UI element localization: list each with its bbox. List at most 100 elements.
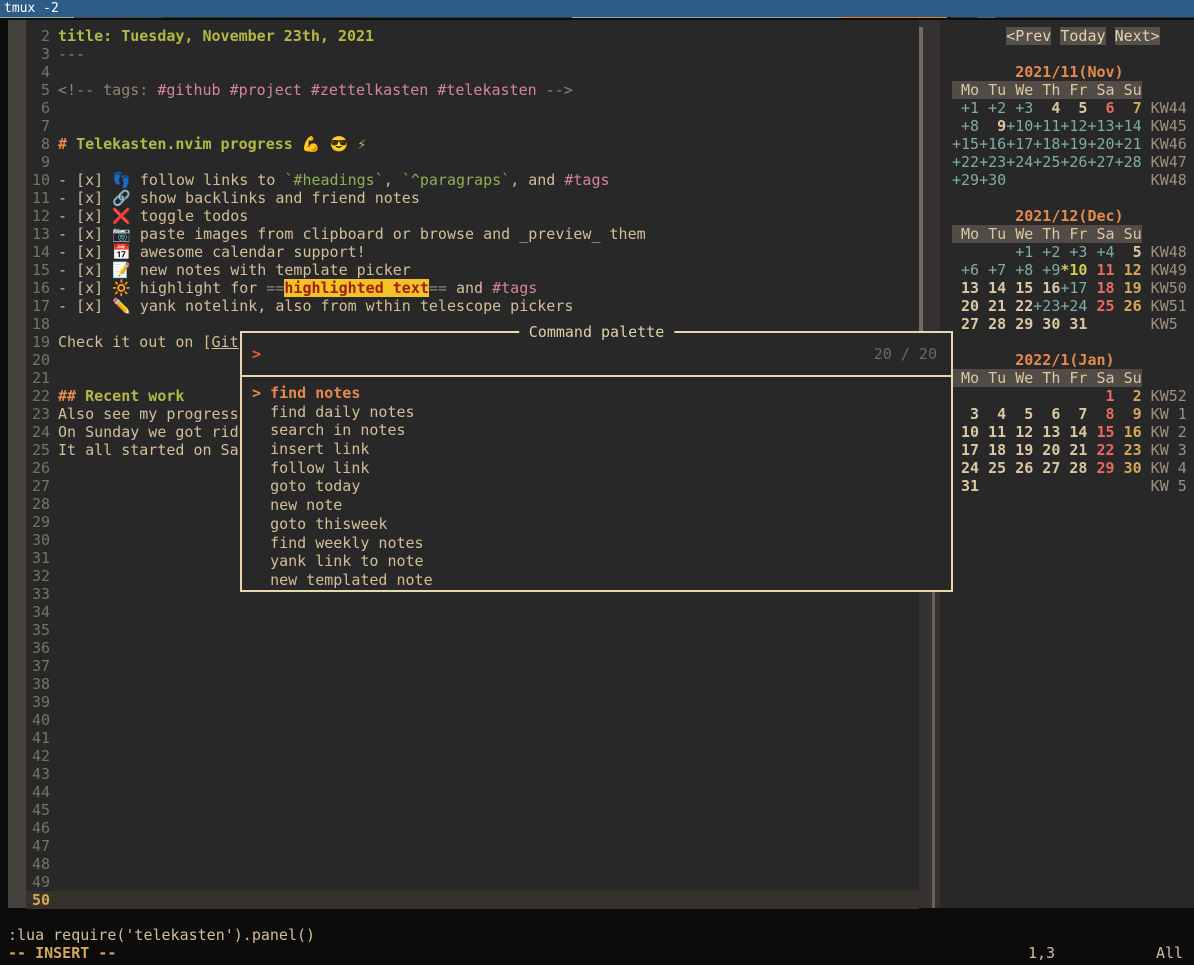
window-separator[interactable] xyxy=(932,592,935,908)
calendar-day-with-note[interactable]: +23 xyxy=(1033,297,1060,315)
calendar-day-with-note[interactable]: +8 xyxy=(952,117,979,135)
editor-line[interactable]: 6 xyxy=(26,99,919,117)
calendar-day-with-note[interactable]: +18 xyxy=(1033,135,1060,153)
calendar-day-with-note[interactable]: +22 xyxy=(952,153,979,171)
calendar-button[interactable]: Today xyxy=(1060,27,1105,45)
calendar-day[interactable]: 19 xyxy=(1006,441,1033,459)
palette-item[interactable]: new templated note xyxy=(242,571,951,590)
editor-line[interactable]: 34 xyxy=(26,603,919,621)
palette-item[interactable]: > find notes xyxy=(242,384,951,403)
palette-search-input[interactable] xyxy=(261,345,270,363)
calendar-day-with-note[interactable]: +24 xyxy=(1060,297,1087,315)
editor-line[interactable]: 41 xyxy=(26,729,919,747)
calendar-day-sunday[interactable]: 12 xyxy=(1115,261,1142,279)
calendar-day-with-note[interactable]: +13 xyxy=(1087,117,1114,135)
calendar-day-with-note[interactable]: +3 xyxy=(1060,243,1087,261)
calendar-day[interactable]: 15 xyxy=(1006,279,1033,297)
palette-item[interactable]: find daily notes xyxy=(242,403,951,422)
calendar-day-with-note[interactable]: +26 xyxy=(1060,153,1087,171)
calendar-day-with-note[interactable]: +28 xyxy=(1115,153,1142,171)
calendar-pane[interactable]: <Prev Today Next> 2021/11(Nov) Mo Tu We … xyxy=(940,20,1194,908)
editor-line[interactable]: 50 xyxy=(26,891,919,909)
calendar-day[interactable]: 20 xyxy=(1033,441,1060,459)
calendar-day-saturday[interactable]: 25 xyxy=(1087,297,1114,315)
editor-line[interactable]: 49 xyxy=(26,873,919,891)
calendar-day-sunday[interactable]: 7 xyxy=(1115,99,1142,117)
editor-line[interactable]: 14- [x] 📅 awesome calendar support! xyxy=(26,243,919,261)
calendar-day-saturday[interactable]: 11 xyxy=(1087,261,1114,279)
editor-line[interactable]: 12- [x] ❌ toggle todos xyxy=(26,207,919,225)
calendar-day-with-note[interactable]: +15 xyxy=(952,135,979,153)
calendar-day[interactable]: 10 xyxy=(952,423,979,441)
editor-line[interactable]: 46 xyxy=(26,819,919,837)
calendar-day-with-note[interactable]: +9 xyxy=(1033,261,1060,279)
calendar-day[interactable]: 31 xyxy=(1060,315,1087,333)
calendar-day-with-note[interactable]: +17 xyxy=(1060,279,1087,297)
editor-line[interactable]: 7 xyxy=(26,117,919,135)
editor-line[interactable]: 9 xyxy=(26,153,919,171)
calendar-day-with-note[interactable]: +7 xyxy=(979,261,1006,279)
command-line[interactable]: :lua require('telekasten').panel() xyxy=(8,926,315,944)
editor-line[interactable]: 43 xyxy=(26,765,919,783)
calendar-day[interactable]: 17 xyxy=(952,441,979,459)
editor-line[interactable]: 11- [x] 🔗 show backlinks and friend note… xyxy=(26,189,919,207)
editor-line[interactable]: 45 xyxy=(26,801,919,819)
calendar-day-sunday[interactable]: 2 xyxy=(1115,387,1142,405)
editor-line[interactable]: 15- [x] 📝 new notes with template picker xyxy=(26,261,919,279)
calendar-day[interactable]: 12 xyxy=(1006,423,1033,441)
calendar-day[interactable]: 25 xyxy=(979,459,1006,477)
calendar-day[interactable]: 22 xyxy=(1006,297,1033,315)
calendar-day[interactable]: 27 xyxy=(952,315,979,333)
calendar-day-sunday[interactable]: 30 xyxy=(1115,459,1142,477)
calendar-day[interactable]: 29 xyxy=(1006,315,1033,333)
calendar-day-with-note[interactable]: +23 xyxy=(979,153,1006,171)
calendar-day-sunday[interactable]: 9 xyxy=(1115,405,1142,423)
calendar-day-saturday[interactable]: 22 xyxy=(1087,441,1114,459)
editor-line[interactable]: 16- [x] 🔆 highlight for ==highlighted te… xyxy=(26,279,919,297)
calendar-day-with-note[interactable]: +10 xyxy=(1006,117,1033,135)
calendar-day-sunday[interactable]: 19 xyxy=(1115,279,1142,297)
editor-line[interactable]: 38 xyxy=(26,675,919,693)
calendar-day-with-note[interactable]: +24 xyxy=(1006,153,1033,171)
calendar-day-with-note[interactable]: +2 xyxy=(1033,243,1060,261)
calendar-day[interactable]: 20 xyxy=(952,297,979,315)
calendar-day[interactable]: 18 xyxy=(979,441,1006,459)
palette-item[interactable]: yank link to note xyxy=(242,552,951,571)
editor-line[interactable]: 10- [x] 👣 follow links to `#headings`, `… xyxy=(26,171,919,189)
editor-line[interactable]: 36 xyxy=(26,639,919,657)
calendar-day-saturday[interactable]: 8 xyxy=(1087,405,1114,423)
palette-item[interactable]: goto thisweek xyxy=(242,515,951,534)
palette-item[interactable]: new note xyxy=(242,496,951,515)
editor-line[interactable]: 37 xyxy=(26,657,919,675)
editor-line[interactable]: 17- [x] ✏️ yank notelink, also from wthi… xyxy=(26,297,919,315)
calendar-day[interactable]: 28 xyxy=(1060,459,1087,477)
calendar-day[interactable]: 9 xyxy=(979,117,1006,135)
calendar-day[interactable]: 7 xyxy=(1060,405,1087,423)
calendar-day[interactable]: 5 xyxy=(1115,243,1142,261)
calendar-button[interactable]: <Prev xyxy=(1006,27,1051,45)
editor-line[interactable]: 47 xyxy=(26,837,919,855)
calendar-day-with-note[interactable]: +14 xyxy=(1115,117,1142,135)
calendar-day-with-note[interactable]: +27 xyxy=(1087,153,1114,171)
calendar-day-with-note[interactable]: +2 xyxy=(979,99,1006,117)
calendar-day[interactable]: 5 xyxy=(1006,405,1033,423)
calendar-day-saturday[interactable]: 6 xyxy=(1087,99,1114,117)
calendar-day[interactable]: 21 xyxy=(1060,441,1087,459)
palette-item[interactable]: search in notes xyxy=(242,421,951,440)
calendar-day-with-note[interactable]: +25 xyxy=(1033,153,1060,171)
calendar-day[interactable]: 27 xyxy=(1033,459,1060,477)
calendar-day-with-note[interactable]: +12 xyxy=(1060,117,1087,135)
calendar-day-saturday[interactable]: 29 xyxy=(1087,459,1114,477)
calendar-day-with-note[interactable]: +17 xyxy=(1006,135,1033,153)
calendar-day[interactable]: 31 xyxy=(952,477,979,495)
editor-line[interactable]: 2title: Tuesday, November 23th, 2021 xyxy=(26,27,919,45)
calendar-day[interactable]: 24 xyxy=(952,459,979,477)
calendar-day[interactable]: 4 xyxy=(979,405,1006,423)
calendar-day-sunday[interactable]: 23 xyxy=(1115,441,1142,459)
calendar-day-saturday[interactable]: 18 xyxy=(1087,279,1114,297)
calendar-day[interactable]: 14 xyxy=(1060,423,1087,441)
calendar-day[interactable]: 11 xyxy=(979,423,1006,441)
editor-line[interactable]: 42 xyxy=(26,747,919,765)
palette-item[interactable]: find weekly notes xyxy=(242,534,951,553)
calendar-day-with-note[interactable]: +8 xyxy=(1006,261,1033,279)
